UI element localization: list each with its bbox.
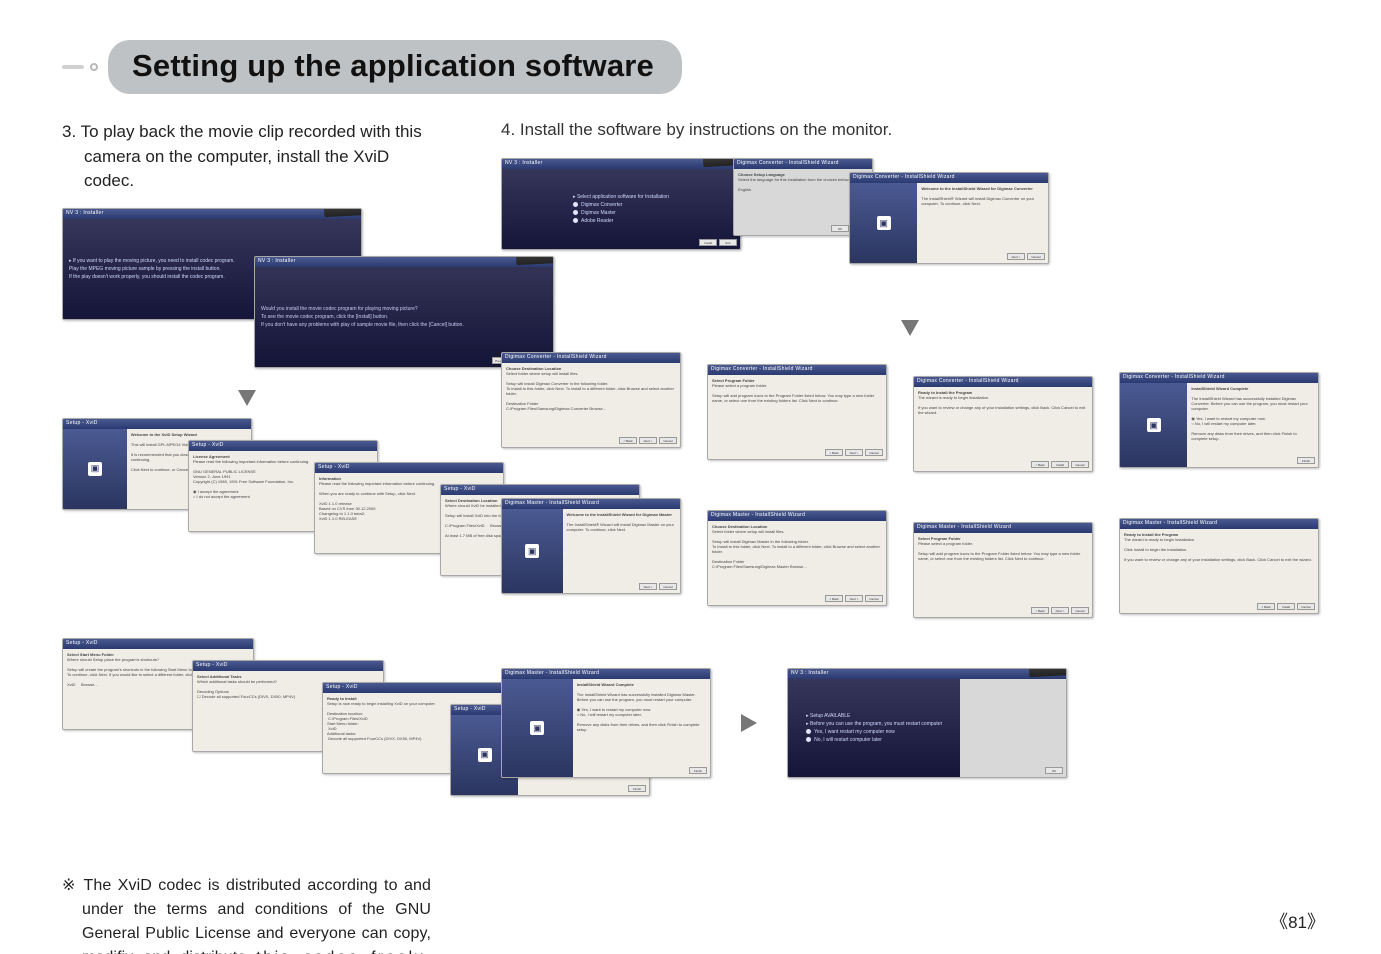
final-row: Digimax Master - InstallShield Wizard ▣ …: [501, 668, 1319, 778]
heading-dot-icon: [90, 63, 98, 71]
master-destination: Digimax Master - InstallShield Wizard Ch…: [707, 510, 887, 606]
arrow-down-icon: [238, 390, 256, 406]
restart-yes-option[interactable]: Yes, I want restart my computer now: [814, 729, 895, 735]
note-marker: ※: [62, 877, 77, 894]
master-welcome: Digimax Master - InstallShield Wizard ▣ …: [501, 498, 681, 594]
heading-lead-line: [62, 65, 84, 69]
wizard-icon: ▣: [530, 721, 544, 735]
xvid-cascade-1: Setup - XviD ▣ Welcome to the XviD Setup…: [62, 418, 431, 638]
titlebar: NV 3 : Installer: [63, 209, 361, 219]
step-4-text: 4. Install the software by instructions …: [501, 120, 1319, 140]
menu-adobe-reader[interactable]: Adobe Reader: [581, 218, 613, 224]
restart-no-radio[interactable]: No, I will restart my computer later.: [580, 712, 642, 717]
wizard-icon: ▣: [88, 462, 102, 476]
installer-restart: NV 3 : Installer ▸ Setup AVAILABLE ▸ Bef…: [787, 668, 1067, 778]
browse-button[interactable]: Browse...: [790, 564, 807, 569]
notaccept-radio[interactable]: I do not accept the agreement: [197, 494, 250, 499]
menu-digimax-master[interactable]: Digimax Master: [581, 210, 616, 216]
heading-pill: Setting up the application software: [108, 40, 682, 94]
wizard-icon: ▣: [1147, 418, 1161, 432]
master-program-folder: Digimax Master - InstallShield Wizard Se…: [913, 522, 1093, 618]
wizard-icon: ▣: [525, 544, 539, 558]
installer-window-main: NV 3 : Installer ▸ Select application so…: [501, 158, 741, 250]
converter-ready: Digimax Converter - InstallShield Wizard…: [913, 376, 1093, 472]
converter-program-folder: Digimax Converter - InstallShield Wizard…: [707, 364, 887, 460]
arrow-right-icon: [741, 714, 757, 732]
converter-destination: Digimax Converter - InstallShield Wizard…: [501, 352, 681, 448]
ok-button[interactable]: OK: [1045, 767, 1063, 774]
wizard-icon: ▣: [478, 748, 492, 762]
page-title: Setting up the application software: [132, 48, 654, 84]
browse-button[interactable]: Browse...: [81, 682, 98, 687]
master-cascade: Digimax Master - InstallShield Wizard ▣ …: [501, 498, 1319, 628]
software-row-1: NV 3 : Installer ▸ Select application so…: [501, 158, 1319, 308]
welcome-title: Welcome to the XviD Setup Wizard: [131, 432, 197, 437]
converter-cascade: Digimax Converter - InstallShield Wizard…: [501, 352, 1319, 482]
converter-welcome: Digimax Converter - InstallShield Wizard…: [849, 172, 1049, 264]
section-heading: Setting up the application software: [62, 40, 1319, 94]
browse-button[interactable]: Browse...: [589, 406, 606, 411]
xvid-cascade-2: Setup - XviD Select Start Menu Folder Wh…: [62, 638, 431, 848]
xvid-license-note: ※ The XviD codec is distributed accordin…: [62, 874, 431, 954]
page-number: 《81》: [1270, 908, 1325, 934]
finish-button[interactable]: Finish: [628, 785, 646, 792]
wizard-icon: ▣: [877, 216, 891, 230]
converter-complete: Digimax Converter - InstallShield Wizard…: [1119, 372, 1319, 468]
installer-pair-top: NV 3 : Installer ▸ If you want to play t…: [62, 208, 431, 378]
master-ready: Digimax Master - InstallShield Wizard Re…: [1119, 518, 1319, 614]
ok-button[interactable]: OK: [831, 225, 849, 232]
step-3-text: 3. To play back the movie clip recorded …: [62, 120, 431, 194]
restart-no-radio[interactable]: No, I will restart my computer later.: [1195, 421, 1257, 426]
master-complete: Digimax Master - InstallShield Wizard ▣ …: [501, 668, 711, 778]
restart-no-option[interactable]: No, I will restart computer later: [814, 737, 882, 743]
decode-checkbox[interactable]: Decode all supported FourCCs (DIVX, DX50…: [202, 694, 295, 699]
menu-digimax-converter[interactable]: Digimax Converter: [581, 202, 622, 208]
arrow-down-icon: [901, 320, 919, 336]
